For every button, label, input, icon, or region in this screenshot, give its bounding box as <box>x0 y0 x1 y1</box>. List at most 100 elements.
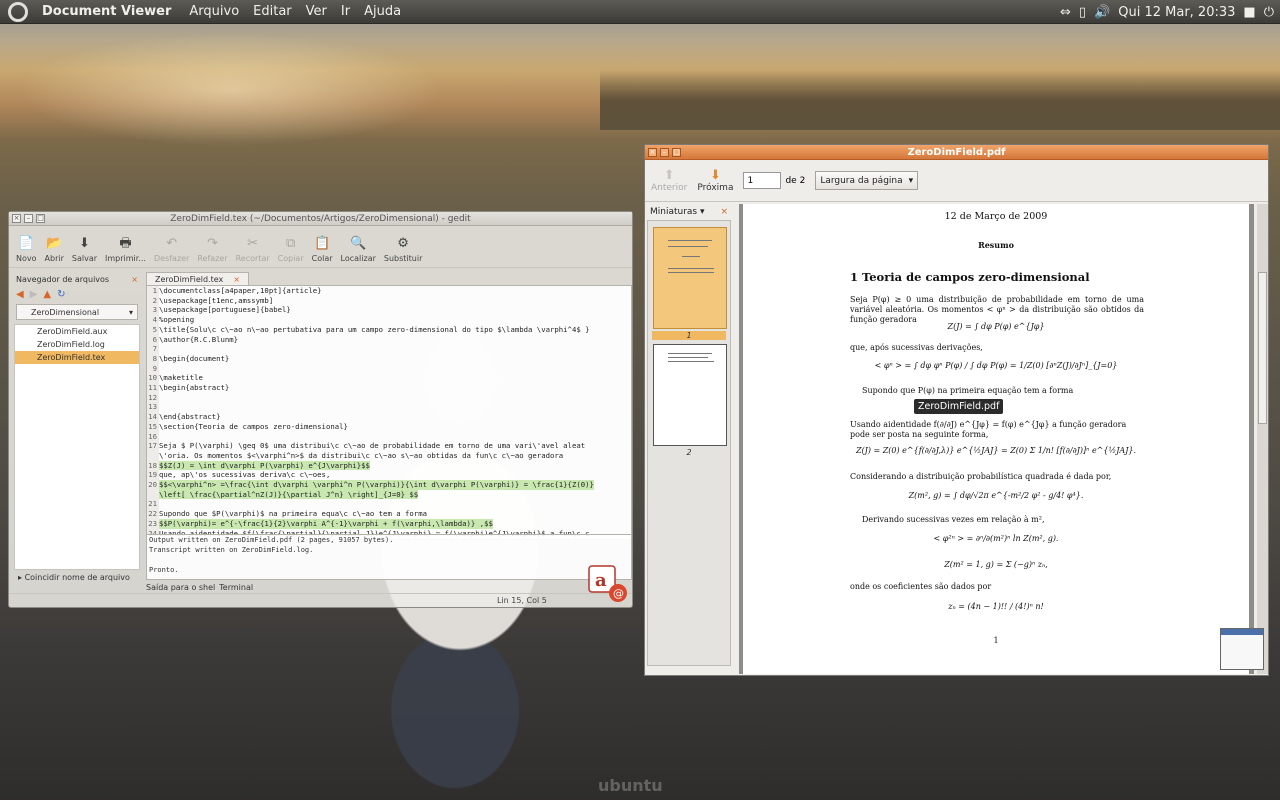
chevron-down-icon: ▾ <box>128 307 133 317</box>
undo-button[interactable]: ↶ Desfazer <box>151 236 192 263</box>
code-line[interactable]: 17 Seja $ P(\varphi) \geq 0$ uma distribu… <box>147 441 631 451</box>
code-line[interactable]: 14 \end{abstract} <box>147 412 631 422</box>
menu-arquivo[interactable]: Arquivo <box>189 4 239 19</box>
code-line[interactable]: 16 <box>147 431 631 442</box>
tab-terminal[interactable]: Terminal <box>219 583 253 592</box>
code-line[interactable]: 2 \usepackage[t1enc,amssymb] <box>147 295 631 306</box>
forward-icon[interactable]: ▶ <box>30 289 38 300</box>
gedit-titlebar[interactable]: × – □ ZeroDimField.tex (~/Documentos/Art… <box>9 212 632 226</box>
battery-icon[interactable]: ▯ <box>1079 5 1086 20</box>
replace-button[interactable]: ⚙ Substituir <box>381 236 425 263</box>
thumb-line <box>668 361 714 362</box>
notification-app-icon[interactable]: a @ <box>587 562 627 604</box>
list-item[interactable]: ZeroDimField.log <box>15 338 139 351</box>
menu-ver[interactable]: Ver <box>306 4 327 19</box>
find-button[interactable]: 🔍 Localizar <box>338 236 379 263</box>
thumbnails-select[interactable]: Miniaturas ▾ <box>650 207 705 217</box>
code-text: $$<\varphi^n> =\frac{\int d\varphi \varp… <box>159 480 594 490</box>
up-icon[interactable]: ▲ <box>43 289 51 300</box>
code-line[interactable]: 4 %opening <box>147 315 631 325</box>
code-line[interactable]: \'oria. Os momentos $<\varphi^n>$ da dis… <box>147 450 631 461</box>
thumb-line <box>682 256 700 257</box>
code-line[interactable]: 7 <box>147 344 631 354</box>
menu-ajuda[interactable]: Ajuda <box>364 4 401 19</box>
refresh-icon[interactable]: ↻ <box>57 289 65 300</box>
thumbnail-page-2[interactable] <box>653 344 727 446</box>
page-number-input[interactable] <box>743 172 782 189</box>
save-button[interactable]: ⬇ Salvar <box>69 236 100 263</box>
match-filename-expander[interactable]: ▸ Coincidir nome de arquivo <box>12 570 142 585</box>
shell-output[interactable]: Output written on ZeroDimField.pdf (2 pa… <box>146 534 632 580</box>
paste-button[interactable]: 📋 Colar <box>309 236 336 263</box>
tab-label: ZeroDimField.tex <box>155 274 224 284</box>
scrollbar-thumb[interactable] <box>1258 272 1267 424</box>
user-icon[interactable]: ■ <box>1243 5 1255 20</box>
code-editor[interactable]: 1 \documentclass[a4paper,10pt]{article} 2 \… <box>146 285 632 540</box>
code-line[interactable]: 12 <box>147 392 631 403</box>
volume-icon[interactable]: 🔊 <box>1094 5 1110 20</box>
new-button[interactable]: 📄 Novo <box>13 236 40 263</box>
code-line[interactable]: 6 \author{R.C.Blunm} <box>147 334 631 345</box>
open-button[interactable]: 📂 Abrir <box>42 236 67 263</box>
code-line[interactable]: 9 <box>147 363 631 374</box>
code-line[interactable]: 3 \usepackage[portuguese]{babel} <box>147 305 631 316</box>
ubuntu-logo-icon[interactable] <box>8 1 28 22</box>
maximize-icon[interactable]: □ <box>36 214 45 223</box>
code-line[interactable]: 8 \begin{document} <box>147 353 631 364</box>
code-line[interactable]: 15 \section{Teoria de campos zero-dimensi… <box>147 421 631 432</box>
cut-button[interactable]: ✂ Recortar <box>233 236 273 263</box>
evince-titlebar[interactable]: × – □ ZeroDimField.pdf <box>645 145 1268 160</box>
power-icon[interactable]: ⏻ <box>1264 5 1274 20</box>
doc-paragraph: Seja P(φ) ≥ 0 uma distribuição de probab… <box>850 295 1144 324</box>
back-icon[interactable]: ◀ <box>16 289 24 300</box>
cursor-position: Lin 15, Col 5 <box>497 596 547 605</box>
clock[interactable]: Qui 12 Mar, 20:33 <box>1118 5 1235 20</box>
code-line[interactable]: 19 que, ap\'os sucessivas deriva\c c\~oes… <box>147 470 631 481</box>
list-item[interactable]: ZeroDimField.aux <box>15 325 139 338</box>
maximize-icon[interactable]: □ <box>672 147 681 157</box>
zoom-select[interactable]: Largura da página ▾ <box>815 171 919 190</box>
line-number: 16 <box>147 431 159 442</box>
document-view[interactable]: 12 de Março de 2009 Resumo 1 Teoria de c… <box>739 204 1254 674</box>
code-line[interactable]: 5 \title{Solu\c c\~ao n\~ao pertubativa p… <box>147 324 631 335</box>
menu-ir[interactable]: Ir <box>341 4 350 19</box>
file-browser-nav: ◀ ▶ ▲ ↻ <box>12 286 142 302</box>
doc-equation: Z(m² = 1, g) = Σ (−g)ⁿ zₙ, <box>944 560 1048 569</box>
code-line[interactable]: 1 \documentclass[a4paper,10pt]{article} <box>147 286 631 296</box>
print-button[interactable]: 🖶 Imprimir... <box>102 236 149 263</box>
close-icon[interactable]: × <box>648 147 657 157</box>
previous-page-button[interactable]: ⬆ Anterior <box>651 168 687 193</box>
tab-shell-output[interactable]: Saída para o shel <box>146 583 215 592</box>
list-item[interactable]: ZeroDimField.tex <box>15 351 139 364</box>
tab-zerodimfield[interactable]: ZeroDimField.tex × <box>146 272 249 285</box>
code-text: \documentclass[a4paper,10pt]{article} <box>159 286 322 295</box>
close-icon[interactable]: × <box>720 207 728 217</box>
network-icon[interactable]: ⇔ <box>1060 5 1071 20</box>
code-line[interactable]: \left[ \frac{\partial^nZ(J)}{\partial J^… <box>147 489 631 500</box>
redo-button[interactable]: ↷ Refazer <box>194 236 230 263</box>
close-icon[interactable]: × <box>233 275 240 284</box>
code-line[interactable]: 22 Supondo que $P(\varphi)$ na primeira e… <box>147 509 631 519</box>
doc-equation: Z(m², g) = ∫ dφ/√2π e^{-m²/2 φ² - g/4! φ… <box>908 491 1084 500</box>
copy-button[interactable]: ⧉ Copiar <box>275 236 307 263</box>
vertical-scrollbar[interactable] <box>1257 204 1268 674</box>
folder-select[interactable]: ZeroDimensional ▾ <box>16 304 138 320</box>
code-text: \usepackage[t1enc,amssymb] <box>159 295 274 305</box>
code-line[interactable]: 21 <box>147 499 631 510</box>
doc-paragraph: que, após sucessivas derivações, <box>850 343 983 352</box>
code-line[interactable]: 20 $$<\varphi^n> =\frac{\int d\varphi \va… <box>147 480 631 490</box>
code-line[interactable]: 23 $$P(\varphi)= e^{-\frac{1}{2}\varphi A… <box>147 518 631 529</box>
code-line[interactable]: 11 \begin{abstract} <box>147 383 631 393</box>
close-icon[interactable]: × <box>12 214 21 223</box>
code-line[interactable]: 18 $$Z(J) = \int d\varphi P(\varphi) e^{J… <box>147 460 631 471</box>
code-line[interactable]: 10 \maketitle <box>147 373 631 384</box>
window-preview-icon[interactable] <box>1220 628 1264 670</box>
thumb-line <box>668 268 714 269</box>
code-line[interactable]: 13 <box>147 402 631 413</box>
thumbnail-page-1[interactable] <box>653 227 727 329</box>
close-icon[interactable]: × <box>131 275 138 284</box>
minimize-icon[interactable]: – <box>660 147 669 157</box>
minimize-icon[interactable]: – <box>24 214 33 223</box>
next-page-button[interactable]: ⬇ Próxima <box>697 168 733 193</box>
menu-editar[interactable]: Editar <box>253 4 292 19</box>
